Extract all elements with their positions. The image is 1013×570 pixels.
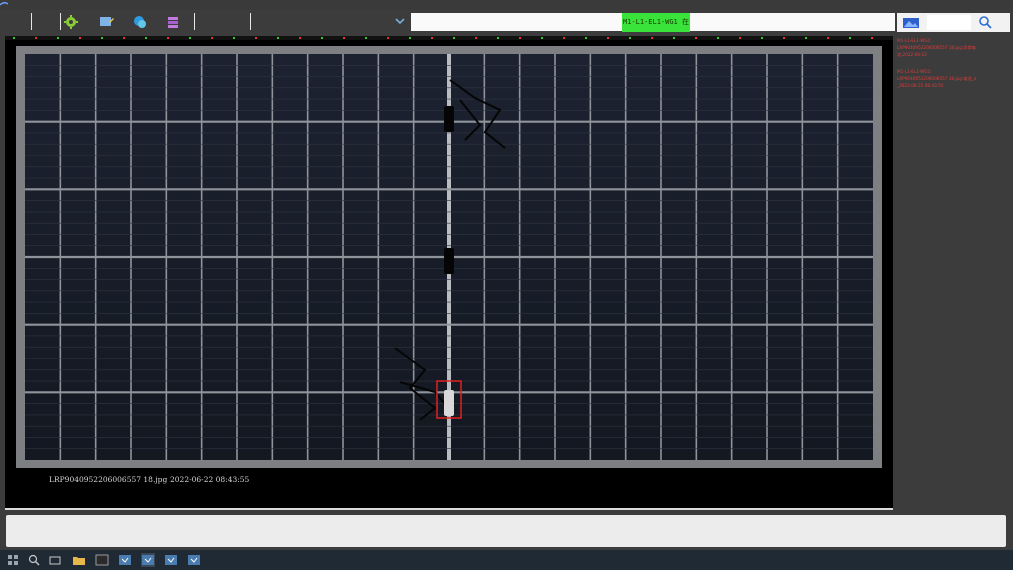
ruler-tick <box>431 37 433 39</box>
ruler-tick <box>255 37 257 39</box>
ruler-tick <box>13 37 15 39</box>
ruler-tick <box>57 37 59 39</box>
task-view-icon[interactable] <box>48 553 62 567</box>
terminal-icon[interactable] <box>95 553 109 567</box>
right-panel-tabs <box>897 13 1010 32</box>
stack-icon[interactable] <box>164 13 182 31</box>
ruler-tick <box>827 37 829 39</box>
ruler-tick <box>717 37 719 39</box>
ruler-tick <box>167 37 169 39</box>
ruler-tick <box>563 37 565 39</box>
search-icon[interactable] <box>27 553 41 567</box>
toolbar-separator <box>250 13 251 30</box>
ruler-tick <box>365 37 367 39</box>
ruler-tick <box>321 37 323 39</box>
ruler-tick <box>739 37 741 39</box>
toolbar-separator <box>60 13 61 30</box>
el-image <box>5 40 893 509</box>
ruler-tick <box>409 37 411 39</box>
image-filename: LRP9040952206006557 18.jpg <box>49 475 168 484</box>
ruler-tick <box>123 37 125 39</box>
ruler-tick <box>849 37 851 39</box>
ruler-tick <box>145 37 147 39</box>
image-viewer[interactable]: LRP9040952206006557 18.jpg 2022-06-22 08… <box>5 36 893 509</box>
status-badge: M1-L1-EL1-WG1 在线 <box>622 13 690 45</box>
info-bar <box>6 515 1006 547</box>
ruler-tick <box>585 37 587 39</box>
ruler-tick <box>211 37 213 39</box>
ruler-tick <box>189 37 191 39</box>
ruler-tick <box>343 37 345 39</box>
log-line: LRP9040952206006557 18.jpg:电池_e <box>897 76 977 81</box>
ruler-tick <box>475 37 477 39</box>
ruler-tick <box>805 37 807 39</box>
title-bar <box>0 0 1013 10</box>
ruler-tick <box>695 37 697 39</box>
ruler-tick <box>387 37 389 39</box>
toolbar: M1-L1-EL1-WG1 在线 <box>0 10 1013 45</box>
app-icon[interactable] <box>118 553 132 567</box>
ruler-tick <box>871 37 873 39</box>
image-timestamp: 2022-06-22 08:43:55 <box>170 475 250 484</box>
log-line: LRP9040952206006557 18.jpg:异常电 <box>897 45 976 50</box>
app-icon[interactable] <box>164 553 178 567</box>
status-field: M1-L1-EL1-WG1 在线 <box>411 13 895 45</box>
ruler-tick <box>783 37 785 39</box>
ruler-tick <box>299 37 301 39</box>
junction-box <box>444 106 454 132</box>
ruler-tick <box>673 37 675 39</box>
log-line: 池,2022-06-22 <box>897 52 927 57</box>
toolbar-separator <box>31 13 32 30</box>
chevron-down-icon[interactable] <box>393 14 407 28</box>
edit-icon[interactable] <box>97 13 115 31</box>
folder-icon[interactable] <box>72 553 86 567</box>
ruler-tick <box>35 37 37 39</box>
log-line: M1-L1-EL1-WG1: <box>897 69 932 74</box>
app-logo-icon <box>0 2 8 6</box>
search-icon[interactable] <box>977 15 993 30</box>
app-icon[interactable] <box>187 553 201 567</box>
ruler-tick <box>607 37 609 39</box>
log-line: M1-L1-EL1-WG1: <box>897 38 932 43</box>
ruler-tick <box>761 37 763 39</box>
os-taskbar <box>0 550 1013 570</box>
ruler-tick <box>79 37 81 39</box>
right-tab-blank[interactable] <box>927 15 971 30</box>
ruler-tick <box>541 37 543 39</box>
start-icon[interactable] <box>6 553 20 567</box>
junction-box <box>444 390 454 416</box>
toolbar-separator <box>194 13 195 30</box>
layers-icon[interactable] <box>131 13 149 31</box>
image-icon[interactable] <box>902 15 920 30</box>
ruler-tick <box>629 37 631 39</box>
ruler-tick <box>497 37 499 39</box>
device-select[interactable] <box>252 13 409 31</box>
detection-log: M1-L1-EL1-WG1: LRP9040952206006557 18.jp… <box>895 34 1013 512</box>
junction-box <box>444 248 454 274</box>
ruler-tick <box>453 37 455 39</box>
app-icon[interactable] <box>141 553 155 567</box>
viewer-divider <box>5 508 893 510</box>
ruler-tick <box>101 37 103 39</box>
gear-icon[interactable] <box>62 13 80 31</box>
ruler-tick <box>233 37 235 39</box>
ruler-tick <box>277 37 279 39</box>
ruler-tick <box>651 37 653 39</box>
ruler-tick <box>519 37 521 39</box>
log-line: _2022-06-22 08:43:55 <box>897 83 944 88</box>
